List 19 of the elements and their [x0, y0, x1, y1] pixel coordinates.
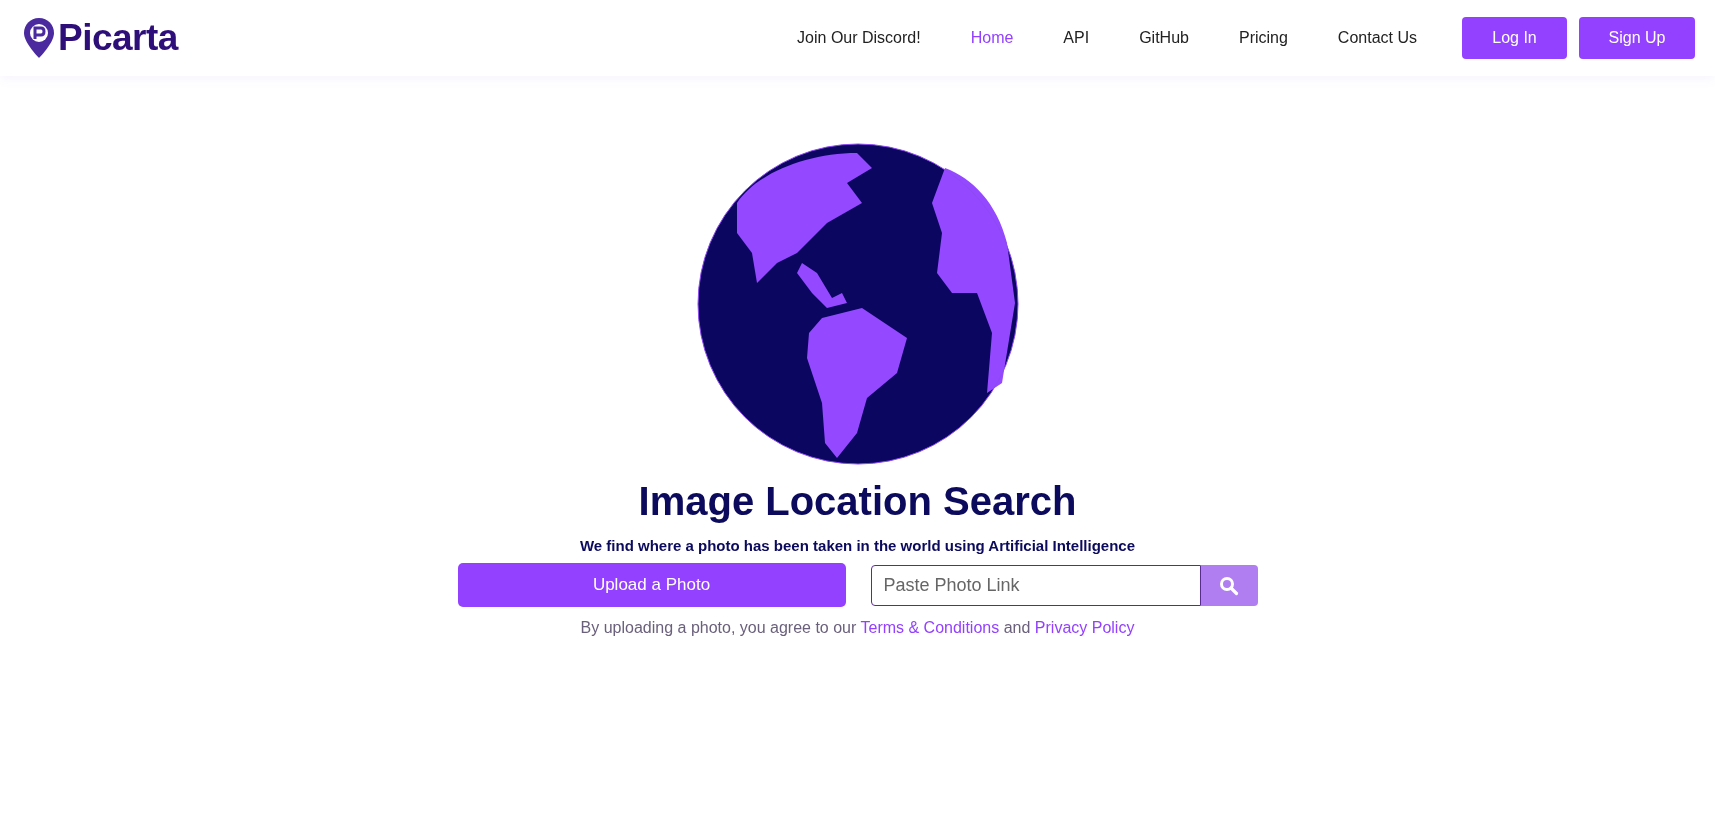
- search-icon: [1219, 575, 1239, 596]
- nav-link[interactable]: GitHub: [1114, 29, 1214, 47]
- page-title: Image Location Search: [638, 479, 1077, 524]
- terms-link[interactable]: Terms & Conditions: [860, 619, 1000, 636]
- nav-link[interactable]: Join Our Discord!: [772, 29, 946, 47]
- upload-button[interactable]: Upload a Photo: [457, 563, 846, 607]
- disclaimer-text: By uploading a photo, you agree to our Terms & Conditions and Privacy Policy: [580, 619, 1135, 637]
- nav-link[interactable]: API: [1038, 29, 1115, 47]
- nav-link[interactable]: Home: [945, 29, 1039, 47]
- subtitle: We find where a photo has been taken in the world using Artificial Intelligence: [579, 537, 1136, 554]
- signup-button[interactable]: Sign Up: [1579, 17, 1695, 59]
- logo-text[interactable]: Picarta: [58, 17, 178, 59]
- login-button[interactable]: Log In: [1462, 17, 1567, 59]
- nav-link[interactable]: Pricing: [1213, 29, 1313, 47]
- search-button[interactable]: [1200, 565, 1258, 606]
- nav-link[interactable]: Contact Us: [1312, 29, 1442, 47]
- privacy-link[interactable]: Privacy Policy: [1034, 619, 1135, 636]
- logo-pin-icon: [22, 16, 56, 60]
- photo-link-field[interactable]: Paste Photo Link: [870, 565, 1201, 606]
